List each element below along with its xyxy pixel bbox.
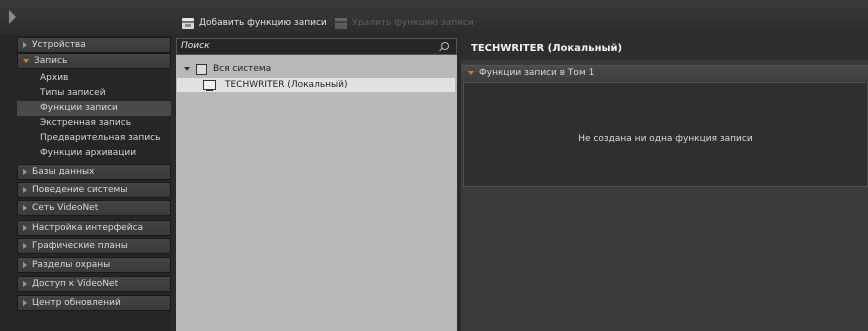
add-recording-function-label: Добавить функцию записи — [199, 18, 327, 28]
detail-panel: TECHWRITER (Локальный) Функции записи в … — [461, 38, 868, 331]
expand-arrow-icon[interactable] — [9, 10, 16, 24]
system-tree-panel: Поиск Вся система TECHWRITER (Локальный) — [176, 38, 457, 331]
collapsed-arrow-icon — [23, 187, 27, 193]
collapsed-arrow-icon — [23, 262, 27, 268]
delete-record-icon — [335, 17, 347, 29]
nav-group-label: Центр обновлений — [32, 298, 121, 308]
system-icon — [196, 63, 207, 75]
nav-group-system-behavior[interactable]: Поведение системы — [17, 182, 171, 198]
volume-section-label: Функции записи в Том 1 — [479, 68, 595, 78]
delete-recording-function-label: Удалить функцию записи — [352, 18, 474, 28]
volume-section-header[interactable]: Функции записи в Том 1 — [461, 65, 868, 80]
add-recording-function-button[interactable]: Добавить функцию записи — [182, 16, 327, 30]
tree-node-whole-system[interactable]: Вся система — [184, 62, 271, 76]
tree-node-host[interactable]: TECHWRITER (Локальный) — [177, 78, 455, 92]
search-icon[interactable] — [441, 42, 449, 50]
add-record-icon — [182, 17, 194, 29]
nav-item-archiving-functions[interactable]: Функции архивации — [17, 146, 171, 161]
nav-item-recording-functions[interactable]: Функции записи — [17, 101, 171, 116]
top-toolbar: Добавить функцию записи Удалить функцию … — [0, 0, 868, 35]
nav-group-databases[interactable]: Базы данных — [17, 164, 171, 180]
expanded-arrow-icon — [23, 59, 29, 63]
nav-group-interface-settings[interactable]: Настройка интерфейса — [17, 220, 171, 236]
nav-group-graphic-plans[interactable]: Графические планы — [17, 238, 171, 254]
expanded-arrow-icon — [468, 71, 474, 75]
nav-group-recording[interactable]: Запись — [17, 53, 171, 69]
collapsed-arrow-icon — [23, 225, 27, 231]
collapsed-arrow-icon — [23, 205, 27, 211]
nav-item-record-types[interactable]: Типы записей — [17, 86, 171, 101]
collapsed-arrow-icon — [23, 300, 27, 306]
nav-group-label: Базы данных — [32, 167, 95, 177]
search-label: Поиск — [181, 41, 210, 51]
nav-group-label: Графические планы — [32, 241, 128, 251]
collapsed-arrow-icon — [23, 42, 27, 48]
delete-recording-function-button[interactable]: Удалить функцию записи — [335, 16, 474, 30]
nav-item-emergency-recording[interactable]: Экстренная запись — [17, 116, 171, 131]
nav-group-label: Поведение системы — [32, 185, 128, 195]
search-input[interactable]: Поиск — [176, 38, 457, 55]
settings-nav: Устройства Запись Архив Типы записей Фун… — [0, 35, 171, 331]
nav-group-update-center[interactable]: Центр обновлений — [17, 295, 171, 311]
collapsed-arrow-icon — [23, 281, 27, 287]
nav-group-label: Настройка интерфейса — [32, 223, 144, 233]
volume-section-body: Не создана ни одна функция записи — [463, 82, 868, 187]
nav-item-archive[interactable]: Архив — [17, 71, 171, 86]
tree-node-label: Вся система — [213, 64, 272, 74]
computer-icon — [203, 80, 216, 91]
nav-group-label: Сеть VideoNet — [32, 203, 99, 213]
nav-group-security-sections[interactable]: Разделы охраны — [17, 257, 171, 273]
nav-group-label: Запись — [34, 56, 68, 66]
nav-group-label: Устройства — [32, 40, 86, 50]
nav-group-devices[interactable]: Устройства — [17, 37, 171, 53]
nav-group-videonet-network[interactable]: Сеть VideoNet — [17, 200, 171, 216]
empty-state-message: Не создана ни одна функция записи — [578, 134, 753, 144]
expanded-arrow-icon[interactable] — [184, 67, 190, 71]
detail-title: TECHWRITER (Локальный) — [461, 38, 868, 60]
nav-item-pre-recording[interactable]: Предварительная запись — [17, 131, 171, 146]
collapsed-arrow-icon — [23, 169, 27, 175]
collapsed-arrow-icon — [23, 243, 27, 249]
nav-group-label: Доступ к VideoNet — [32, 279, 119, 289]
nav-group-label: Разделы охраны — [32, 260, 111, 270]
nav-group-videonet-access[interactable]: Доступ к VideoNet — [17, 276, 171, 292]
tree-node-label: TECHWRITER (Локальный) — [225, 80, 348, 90]
